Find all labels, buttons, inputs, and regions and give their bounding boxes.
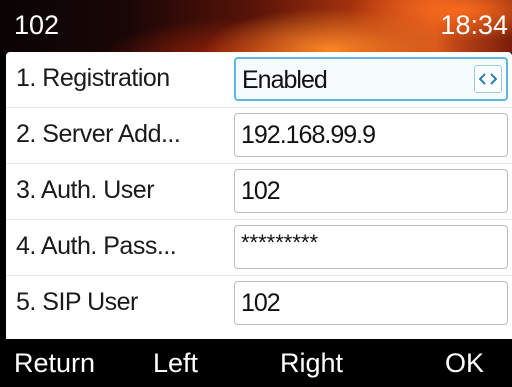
left-right-arrows-icon[interactable] <box>474 65 502 93</box>
account-extension: 102 <box>14 10 60 40</box>
softkey-bar: Return Left Right OK <box>0 343 512 387</box>
auth-password-label: 4. Auth. Pass... <box>16 232 177 260</box>
ok-softkey[interactable]: OK <box>445 348 484 379</box>
status-bar: 102 18:34 <box>0 0 512 52</box>
account-settings-form: 1. Registration Enabled 2. Server Add...… <box>6 52 512 339</box>
registration-value: Enabled <box>242 66 328 94</box>
server-address-label: 2. Server Add... <box>16 120 181 148</box>
return-softkey[interactable]: Return <box>14 348 95 379</box>
auth-user-value: 102 <box>241 177 281 205</box>
auth-user-label: 3. Auth. User <box>16 176 155 204</box>
setting-row-registration[interactable]: 1. Registration Enabled <box>6 52 512 107</box>
setting-row-auth-password[interactable]: 4. Auth. Pass... ********* <box>6 220 512 275</box>
auth-password-value: ********* <box>241 230 319 255</box>
clock: 18:34 <box>440 10 508 40</box>
sip-user-value: 102 <box>241 289 281 317</box>
setting-row-auth-user[interactable]: 3. Auth. User 102 <box>6 164 512 219</box>
server-address-field[interactable]: 192.168.99.9 <box>234 113 508 157</box>
setting-row-server-address[interactable]: 2. Server Add... 192.168.99.9 <box>6 108 512 163</box>
left-softkey[interactable]: Left <box>153 348 198 379</box>
registration-select[interactable]: Enabled <box>234 57 508 101</box>
right-softkey[interactable]: Right <box>280 348 343 379</box>
server-address-value: 192.168.99.9 <box>241 121 376 149</box>
sip-user-field[interactable]: 102 <box>234 281 508 325</box>
setting-row-sip-user[interactable]: 5. SIP User 102 <box>6 276 512 331</box>
registration-label: 1. Registration <box>16 64 170 92</box>
auth-user-field[interactable]: 102 <box>234 169 508 213</box>
phone-screen: 102 18:34 1. Registration Enabled 2. Ser… <box>0 0 512 387</box>
auth-password-field[interactable]: ********* <box>234 225 508 269</box>
sip-user-label: 5. SIP User <box>16 288 138 316</box>
